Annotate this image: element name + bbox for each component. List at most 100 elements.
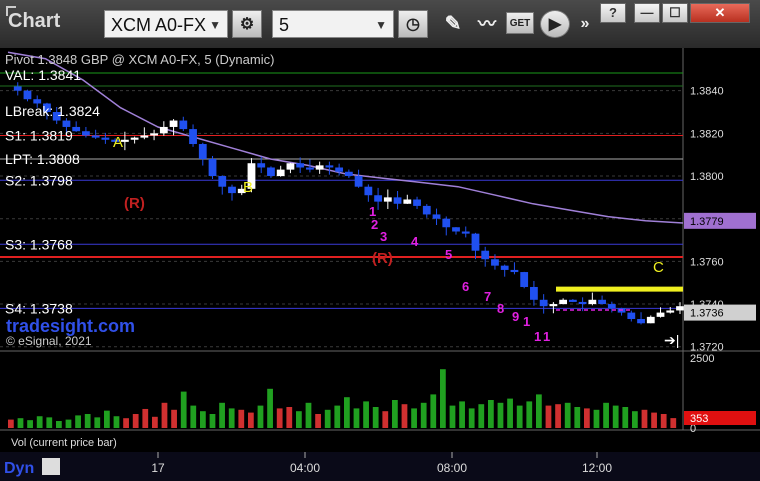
candle-body bbox=[286, 163, 295, 170]
volume-bar bbox=[84, 414, 91, 428]
candle-body bbox=[354, 176, 363, 187]
countdown-label: 7 bbox=[484, 289, 491, 304]
volume-bar bbox=[65, 419, 72, 428]
volume-bar bbox=[17, 418, 24, 428]
candle-body bbox=[500, 265, 509, 270]
volume-bar bbox=[36, 416, 43, 428]
minimize-button[interactable]: — bbox=[634, 3, 660, 23]
volume-bar bbox=[171, 409, 177, 428]
interval-value: 5 bbox=[279, 15, 290, 35]
candle-body bbox=[306, 167, 314, 170]
volume-bar bbox=[382, 411, 389, 428]
volume-bar bbox=[468, 408, 475, 428]
study-icon[interactable]: 〰 bbox=[472, 10, 502, 38]
volume-bar bbox=[200, 411, 206, 428]
volume-bar bbox=[334, 405, 341, 428]
app-title: Chart bbox=[8, 10, 61, 32]
candle-body bbox=[23, 90, 32, 100]
candle-body bbox=[296, 163, 305, 168]
symbol-dropdown-icon[interactable]: ▼ bbox=[209, 11, 221, 39]
candle-body bbox=[228, 186, 236, 194]
level-label: LPT: 1.3808 bbox=[5, 151, 80, 167]
y-tick-label: 1.3760 bbox=[690, 256, 724, 268]
candle-body bbox=[169, 120, 178, 127]
help-button[interactable]: ? bbox=[600, 3, 626, 23]
get-button[interactable]: GET bbox=[506, 12, 534, 34]
volume-bar bbox=[507, 398, 513, 428]
volume-bar bbox=[104, 410, 110, 428]
candle-body bbox=[72, 126, 81, 132]
countdown-label: 1 bbox=[543, 329, 550, 344]
candle-body bbox=[325, 165, 334, 168]
volume-bar bbox=[27, 420, 33, 428]
close-button[interactable]: ✕ bbox=[690, 3, 750, 23]
candle-body bbox=[666, 310, 675, 313]
volume-bar bbox=[593, 409, 600, 428]
x-tick-label: 04:00 bbox=[290, 461, 320, 475]
r-marker-1: (R) bbox=[124, 195, 145, 212]
candle-body bbox=[403, 199, 412, 204]
countdown-label: 3 bbox=[380, 229, 387, 244]
volume-bar bbox=[536, 394, 542, 428]
val-label: VAL: 1.3841 bbox=[5, 67, 81, 83]
candle-body bbox=[452, 227, 460, 232]
volume-bar bbox=[190, 405, 197, 428]
countdown-label: 5 bbox=[445, 247, 452, 262]
pivot-header-text: Pivot 1.3848 GBP @ XCM A0-FX, 5 (Dynamic… bbox=[5, 52, 274, 67]
maximize-button[interactable]: ☐ bbox=[662, 3, 688, 23]
volume-bar bbox=[286, 407, 293, 428]
pencil-icon[interactable]: ✎ bbox=[438, 10, 468, 38]
candle-body bbox=[413, 199, 421, 206]
volume-bar bbox=[219, 402, 225, 428]
candle-body bbox=[471, 233, 480, 251]
volume-bar bbox=[440, 369, 446, 428]
volume-bar bbox=[392, 400, 398, 428]
candle-body bbox=[218, 176, 227, 187]
volume-bar bbox=[296, 411, 302, 428]
candle-body bbox=[62, 120, 71, 127]
candle-body bbox=[335, 167, 344, 172]
zoom-icon[interactable] bbox=[42, 458, 60, 475]
x-tick-label: 12:00 bbox=[582, 461, 612, 475]
volume-bar bbox=[574, 407, 581, 428]
volume-bar bbox=[612, 405, 619, 428]
x-tick-label: 17 bbox=[151, 461, 165, 475]
candle-body bbox=[656, 312, 665, 317]
price-chart[interactable]: Pivot 1.3848 GBP @ XCM A0-FX, 5 (Dynamic… bbox=[0, 48, 760, 481]
candle-body bbox=[588, 299, 597, 305]
volume-bar bbox=[660, 414, 667, 428]
symbol-input[interactable]: XCM A0-FX ▼ bbox=[104, 10, 228, 38]
volume-bar bbox=[526, 401, 533, 428]
volume-bar bbox=[478, 404, 485, 428]
dynamic-label[interactable]: Dyn bbox=[4, 460, 34, 477]
candle-body bbox=[130, 137, 139, 140]
more-icon[interactable]: » bbox=[574, 10, 596, 38]
volume-bar bbox=[344, 397, 350, 428]
candle-body bbox=[150, 133, 158, 136]
level-label: S1: 1.3819 bbox=[5, 127, 73, 143]
interval-input[interactable]: 5 ▼ bbox=[272, 10, 394, 38]
jump-to-end-icon[interactable]: ➔| bbox=[664, 332, 679, 348]
volume-bar bbox=[564, 402, 571, 428]
play-icon[interactable]: ▶ bbox=[540, 10, 570, 38]
volume-legend: Vol (current price bar) bbox=[11, 437, 117, 449]
volume-bar bbox=[430, 394, 437, 428]
volume-bar bbox=[56, 421, 62, 428]
wave-label-a: A bbox=[113, 134, 123, 151]
interval-dropdown-icon[interactable]: ▼ bbox=[375, 11, 387, 39]
candle-body bbox=[568, 299, 577, 302]
candle-body bbox=[422, 205, 431, 215]
volume-bar bbox=[420, 402, 427, 428]
candle-body bbox=[140, 135, 149, 138]
candle-body bbox=[364, 186, 373, 196]
volume-bar bbox=[603, 402, 609, 428]
volume-bar bbox=[324, 409, 331, 428]
candle-body bbox=[101, 137, 110, 140]
volume-bar bbox=[238, 409, 245, 428]
candle-body bbox=[13, 86, 22, 91]
volume-bar bbox=[372, 407, 379, 428]
volume-bar bbox=[632, 411, 638, 428]
clock-icon[interactable]: ◷ bbox=[398, 10, 428, 38]
gear-icon[interactable]: ⚙ bbox=[232, 10, 262, 38]
level-label: S2: 1.3798 bbox=[5, 172, 73, 188]
